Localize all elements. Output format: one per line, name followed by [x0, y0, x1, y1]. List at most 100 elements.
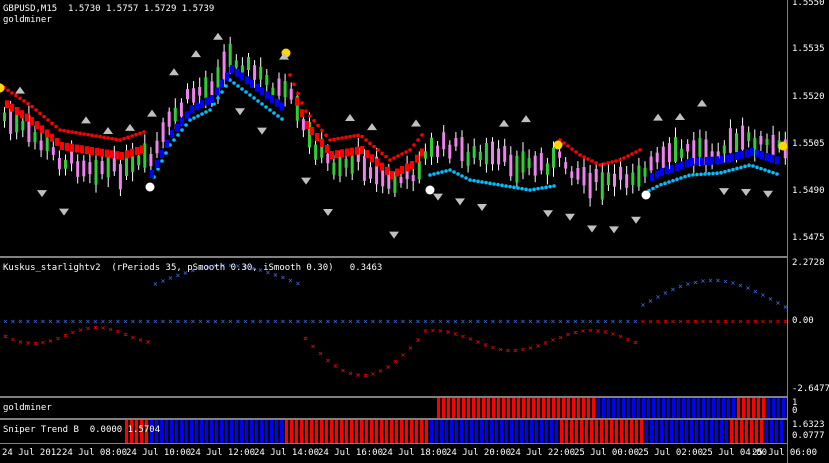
sniper-bar	[335, 420, 338, 443]
stop-block	[210, 95, 214, 103]
red-trail-dot	[118, 138, 122, 142]
kuskus-zero-marker: ×	[648, 317, 653, 326]
price-chart-canvas[interactable]	[0, 0, 787, 256]
kuskus-zero-marker: ×	[521, 317, 526, 326]
red-trail-dot	[18, 96, 22, 101]
sniper-bar	[570, 420, 573, 443]
candle-body	[613, 173, 616, 187]
signal-dot	[425, 185, 435, 195]
candle-body	[332, 162, 336, 175]
red-trail-dot	[344, 135, 348, 140]
stop-block	[735, 152, 739, 160]
kuskus-zero-marker: ×	[558, 317, 563, 326]
kuskus-zero-marker: ×	[213, 317, 218, 326]
sniper-bar	[425, 420, 428, 443]
time-axis[interactable]: 24 Jul 2012 24 Jul 08:00 24 Jul 10:00 24…	[0, 443, 817, 463]
sniper-bar	[325, 420, 328, 443]
kuskus-zero-marker: ×	[641, 317, 646, 326]
red-trail-dot	[602, 162, 606, 166]
stop-block	[400, 166, 404, 174]
goldminer-canvas[interactable]	[0, 398, 787, 418]
kuskus-value-marker: ×	[356, 371, 361, 380]
lightblue-trail-dot	[520, 186, 524, 191]
kuskus-value-marker: ×	[3, 332, 8, 341]
kuskus-zero-marker: ×	[753, 317, 758, 326]
kuskus-zero-marker: ×	[581, 317, 586, 326]
time-tick: 25 Jul 02:00	[638, 448, 704, 458]
red-trail-dot	[328, 138, 332, 142]
red-trail-dot	[10, 91, 14, 95]
candle-body	[161, 122, 165, 142]
price-axis[interactable]: 1.5550 1.5535 1.5520 1.5505 1.5490 1.547…	[787, 0, 829, 463]
time-tick: 24 Jul 08:00	[62, 448, 128, 458]
time-tick: 24 Jul 14:00	[254, 448, 320, 458]
red-trail-dot	[62, 128, 66, 133]
chart-window[interactable]: GBPUSD,M15 1.5730 1.5757 1.5729 1.5739 g…	[0, 0, 829, 463]
lightblue-trail-dot	[492, 182, 496, 186]
goldminer-bar	[592, 398, 595, 418]
stop-block	[700, 157, 704, 166]
lightblue-trail-dot	[767, 169, 771, 174]
kuskus-value-marker: ×	[161, 277, 166, 286]
sniper-bar	[725, 420, 728, 443]
price-pane[interactable]: GBPUSD,M15 1.5730 1.5757 1.5729 1.5739 g…	[0, 0, 787, 256]
lightblue-trail-dot	[248, 93, 252, 97]
stop-block	[280, 102, 284, 111]
kuskus-value-marker: ×	[131, 333, 136, 342]
red-trail-dot	[384, 154, 388, 159]
sniper-bar	[595, 420, 598, 443]
kuskus-value-marker: ×	[371, 369, 376, 378]
lightblue-trail-dot	[444, 169, 448, 173]
kuskus-value-marker: ×	[123, 330, 128, 339]
kuskus-zero-marker: ×	[48, 317, 53, 326]
kuskus-pane[interactable]: × × × × × × × × × × × × × × × × × × × × × × × × × × × × × × × × × × × × × × × ×…	[0, 258, 787, 396]
sniper-bar	[750, 420, 753, 443]
sniper-bar	[410, 420, 413, 443]
goldminer-bar	[717, 398, 720, 418]
stop-block	[390, 171, 394, 179]
red-trail-dot	[598, 163, 602, 167]
kuskus-zero-marker: ×	[506, 317, 511, 326]
stop-block	[5, 100, 9, 109]
stop-block	[365, 150, 369, 159]
goldminer-pane[interactable]: goldminer	[0, 398, 787, 418]
goldminer-bar	[642, 398, 645, 418]
red-trail-dot	[376, 148, 380, 152]
stop-block	[380, 162, 384, 171]
kuskus-value-marker: ×	[341, 366, 346, 375]
kuskus-value-marker: ×	[768, 294, 773, 303]
stop-block	[65, 142, 69, 151]
red-trail-dot	[130, 134, 134, 138]
candle-body	[381, 170, 385, 187]
fractal-arrow-icon	[455, 198, 465, 206]
lightblue-trail-dot	[160, 159, 164, 163]
sniper-bar	[440, 420, 443, 443]
kuskus-value-marker: ×	[311, 342, 316, 351]
stop-block	[685, 159, 689, 168]
sniper-bar	[330, 420, 333, 443]
candle-body	[9, 108, 13, 134]
red-trail-dot	[638, 148, 642, 152]
sniper-bar	[525, 420, 528, 443]
fractal-arrow-icon	[323, 209, 333, 217]
red-trail-dot	[102, 135, 106, 140]
lightblue-trail-dot	[476, 179, 480, 184]
kuskus-value-marker: ×	[281, 273, 286, 282]
sniper-bar	[620, 420, 623, 443]
lightblue-trail-dot	[516, 186, 520, 190]
candle-body	[259, 66, 263, 80]
kuskus-zero-marker: ×	[386, 317, 391, 326]
kuskus-value-marker: ×	[581, 327, 586, 336]
red-trail-dot	[74, 130, 78, 135]
sniper-bar	[745, 420, 748, 443]
goldminer-bar	[692, 398, 695, 418]
stop-block	[35, 121, 39, 130]
goldminer-bar	[552, 398, 555, 418]
kuskus-zero-marker: ×	[363, 317, 368, 326]
sniper-bar	[295, 420, 298, 443]
sniper-pane[interactable]: Sniper Trend B 0.0000 1.5704	[0, 420, 787, 443]
goldminer-bar	[617, 398, 620, 418]
kuskus-canvas[interactable]: × × × × × × × × × × × × × × × × × × × × × × × × × × × × × × × × × × × × × × × ×…	[0, 258, 787, 396]
kuskus-zero-marker: ×	[191, 317, 196, 326]
kuskus-zero-marker: ×	[543, 317, 548, 326]
